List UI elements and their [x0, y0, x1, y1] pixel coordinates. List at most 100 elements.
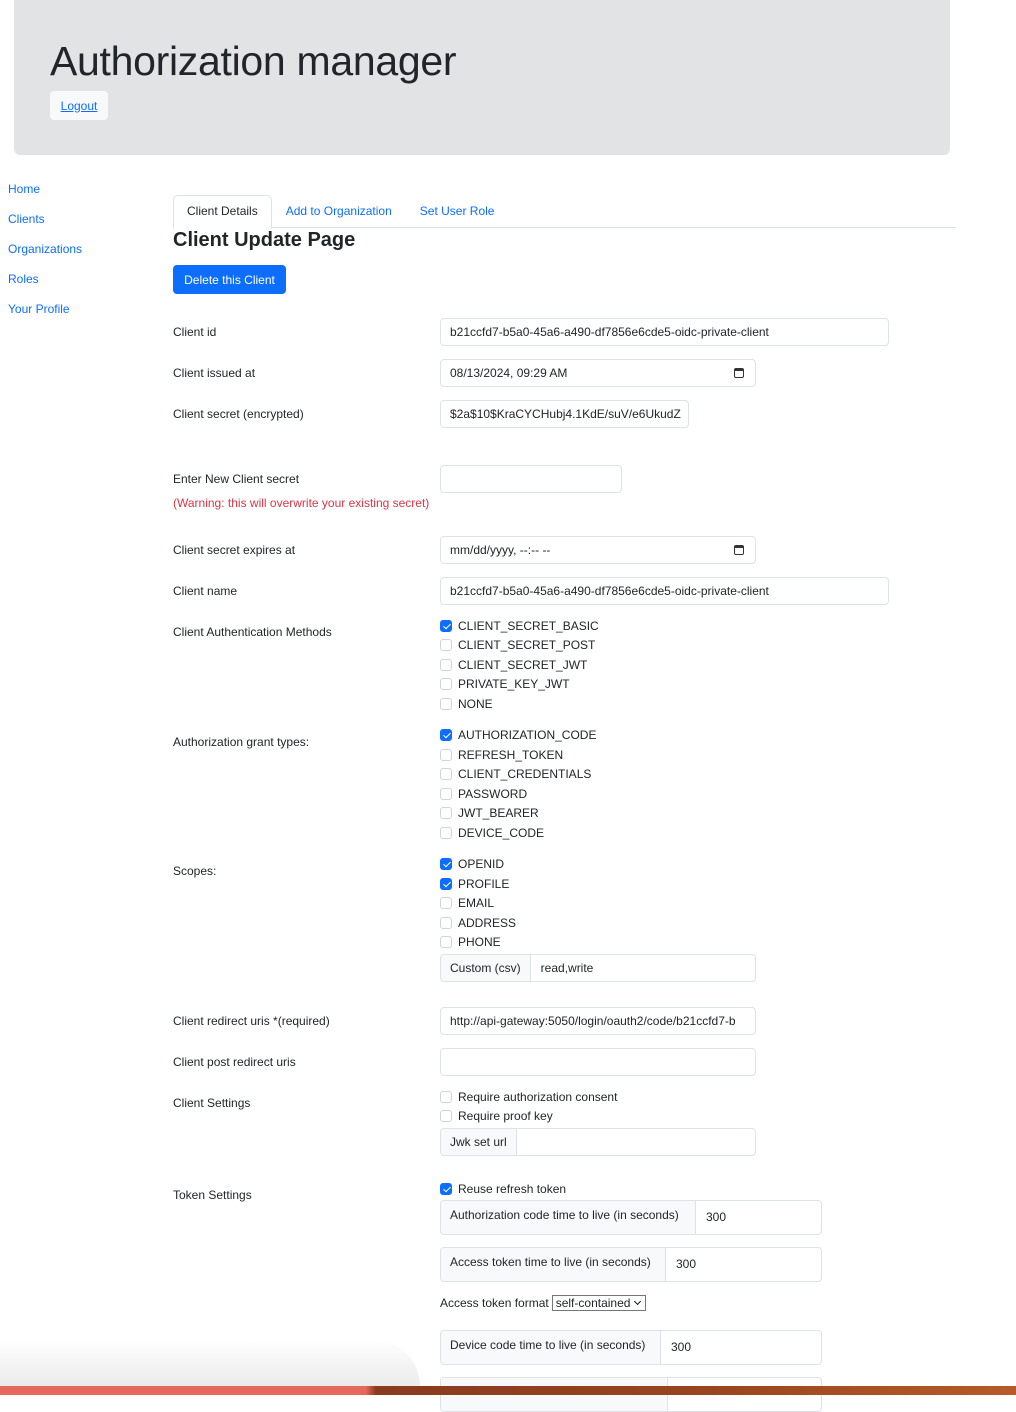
- sidebar-item-organizations[interactable]: Organizations: [8, 240, 82, 270]
- new-secret-warning: (Warning: this will overwrite your exist…: [173, 496, 430, 510]
- scope-profile[interactable]: PROFILE: [440, 875, 509, 893]
- checkbox[interactable]: [440, 807, 452, 819]
- checkbox[interactable]: [440, 729, 452, 741]
- checkbox[interactable]: [440, 678, 452, 690]
- scope-email[interactable]: EMAIL: [440, 894, 494, 912]
- client-issued-at-value: 08/13/2024, 09:29 AM: [450, 366, 568, 380]
- redirect-uris-input[interactable]: http://api-gateway:5050/login/oauth2/cod…: [440, 1007, 756, 1035]
- checkbox[interactable]: [440, 749, 452, 761]
- scopes-label: Scopes:: [173, 864, 217, 878]
- redirect-uris-value: http://api-gateway:5050/login/oauth2/cod…: [450, 1014, 736, 1028]
- checkbox[interactable]: [440, 659, 452, 671]
- new-client-secret-field[interactable]: [450, 472, 612, 486]
- auth-method-client-secret-jwt[interactable]: CLIENT_SECRET_JWT: [440, 656, 587, 674]
- sidebar-nav: Home Clients Organizations Roles Your Pr…: [8, 180, 82, 330]
- access-token-format-row: Access token format self-contained: [440, 1294, 647, 1312]
- grant-client-credentials[interactable]: CLIENT_CREDENTIALS: [440, 765, 591, 783]
- checkbox[interactable]: [440, 620, 452, 632]
- calendar-icon[interactable]: [734, 368, 744, 378]
- client-id-input[interactable]: b21ccfd7-b5a0-45a6-a490-df7856e6cde5-oid…: [440, 318, 889, 346]
- auth-method-client-secret-post[interactable]: CLIENT_SECRET_POST: [440, 636, 595, 654]
- access-token-ttl-value: 300: [676, 1257, 697, 1271]
- device-code-ttl-group: Device code time to live (in seconds) 30…: [440, 1330, 822, 1365]
- redirect-uris-label: Client redirect uris *(required): [173, 1014, 330, 1028]
- sidebar-item-clients[interactable]: Clients: [8, 210, 82, 240]
- require-proof-key[interactable]: Require proof key: [440, 1107, 553, 1125]
- client-name-input[interactable]: b21ccfd7-b5a0-45a6-a490-df7856e6cde5-oid…: [440, 577, 889, 605]
- post-redirect-uris-label: Client post redirect uris: [173, 1055, 296, 1069]
- scope-phone[interactable]: PHONE: [440, 933, 501, 951]
- grant-password[interactable]: PASSWORD: [440, 785, 527, 803]
- checkbox-label: Reuse refresh token: [458, 1182, 567, 1196]
- desktop-overlay-shadow: [0, 1340, 420, 1386]
- jwk-set-url-input[interactable]: [517, 1129, 755, 1155]
- post-redirect-uris-input[interactable]: [440, 1048, 756, 1076]
- checkbox[interactable]: [440, 858, 452, 870]
- checkbox[interactable]: [440, 878, 452, 890]
- checkbox[interactable]: [440, 1110, 452, 1122]
- delete-client-button[interactable]: Delete this Client: [173, 265, 286, 294]
- page-title: Client Update Page: [173, 229, 356, 251]
- new-client-secret-input[interactable]: [440, 465, 622, 493]
- client-secret-encrypted-label: Client secret (encrypted): [173, 407, 304, 421]
- checkbox[interactable]: [440, 936, 452, 948]
- checkbox-label: REFRESH_TOKEN: [458, 748, 564, 762]
- checkbox[interactable]: [440, 768, 452, 780]
- checkbox-label: DEVICE_CODE: [458, 826, 545, 840]
- sidebar-item-roles[interactable]: Roles: [8, 270, 82, 300]
- scope-openid[interactable]: OPENID: [440, 855, 504, 873]
- auth-code-ttl-input[interactable]: 300: [696, 1201, 821, 1234]
- checkbox[interactable]: [440, 1183, 452, 1195]
- checkbox-label: PROFILE: [458, 877, 510, 891]
- grant-authorization-code[interactable]: AUTHORIZATION_CODE: [440, 726, 596, 744]
- scope-address[interactable]: ADDRESS: [440, 914, 516, 932]
- client-secret-encrypted-input[interactable]: $2a$10$KraCYCHubj4.1KdE/suV/e6UkudZ: [440, 400, 689, 428]
- checkbox[interactable]: [440, 698, 452, 710]
- auth-method-none[interactable]: NONE: [440, 695, 493, 713]
- token-settings-label: Token Settings: [173, 1188, 252, 1202]
- grant-refresh-token[interactable]: REFRESH_TOKEN: [440, 746, 563, 764]
- calendar-icon[interactable]: [734, 545, 744, 555]
- grant-jwt-bearer[interactable]: JWT_BEARER: [440, 804, 539, 822]
- page-header: Authorization manager Logout: [14, 0, 950, 155]
- tab-set-user-role[interactable]: Set User Role: [406, 195, 509, 228]
- client-issued-at-label: Client issued at: [173, 366, 256, 380]
- auth-method-private-key-jwt[interactable]: PRIVATE_KEY_JWT: [440, 675, 570, 693]
- checkbox-label: PASSWORD: [458, 787, 528, 801]
- checkbox[interactable]: [440, 788, 452, 800]
- sidebar-item-home[interactable]: Home: [8, 180, 82, 210]
- device-code-ttl-value: 300: [671, 1340, 692, 1354]
- checkbox[interactable]: [440, 639, 452, 651]
- client-secret-expires-label: Client secret expires at: [173, 543, 296, 557]
- checkbox-label: EMAIL: [458, 896, 495, 910]
- desktop-dock-strip: [0, 1386, 1016, 1395]
- app-title: Authorization manager: [50, 38, 457, 84]
- grant-device-code[interactable]: DEVICE_CODE: [440, 824, 544, 842]
- tab-add-to-organization[interactable]: Add to Organization: [272, 195, 406, 228]
- checkbox-label: OPENID: [458, 857, 505, 871]
- tab-bar: Client Details Add to Organization Set U…: [173, 195, 956, 229]
- logout-link[interactable]: Logout: [50, 91, 108, 120]
- jwk-set-url-group: Jwk set url: [440, 1128, 756, 1156]
- require-authorization-consent[interactable]: Require authorization consent: [440, 1088, 617, 1106]
- custom-scopes-input[interactable]: read,write: [531, 955, 755, 981]
- reuse-refresh-token[interactable]: Reuse refresh token: [440, 1180, 566, 1198]
- checkbox[interactable]: [440, 1091, 452, 1103]
- client-settings-label: Client Settings: [173, 1096, 251, 1110]
- device-code-ttl-input[interactable]: 300: [661, 1331, 821, 1364]
- client-name-label: Client name: [173, 584, 238, 598]
- client-issued-at-input[interactable]: 08/13/2024, 09:29 AM: [440, 359, 756, 387]
- new-client-secret-label: Enter New Client secret: [173, 472, 300, 486]
- access-token-format-select[interactable]: self-contained: [551, 1295, 647, 1311]
- checkbox[interactable]: [440, 917, 452, 929]
- access-token-ttl-input[interactable]: 300: [666, 1248, 821, 1281]
- checkbox[interactable]: [440, 897, 452, 909]
- sidebar-item-your-profile[interactable]: Your Profile: [8, 300, 82, 330]
- grant-types-label: Authorization grant types:: [173, 735, 310, 749]
- access-token-ttl-group: Access token time to live (in seconds) 3…: [440, 1247, 822, 1282]
- client-secret-expires-input[interactable]: mm/dd/yyyy, --:-- --: [440, 536, 756, 564]
- auth-methods-label: Client Authentication Methods: [173, 625, 332, 639]
- tab-client-details[interactable]: Client Details: [173, 195, 272, 229]
- auth-method-client-secret-basic[interactable]: CLIENT_SECRET_BASIC: [440, 617, 599, 635]
- checkbox[interactable]: [440, 827, 452, 839]
